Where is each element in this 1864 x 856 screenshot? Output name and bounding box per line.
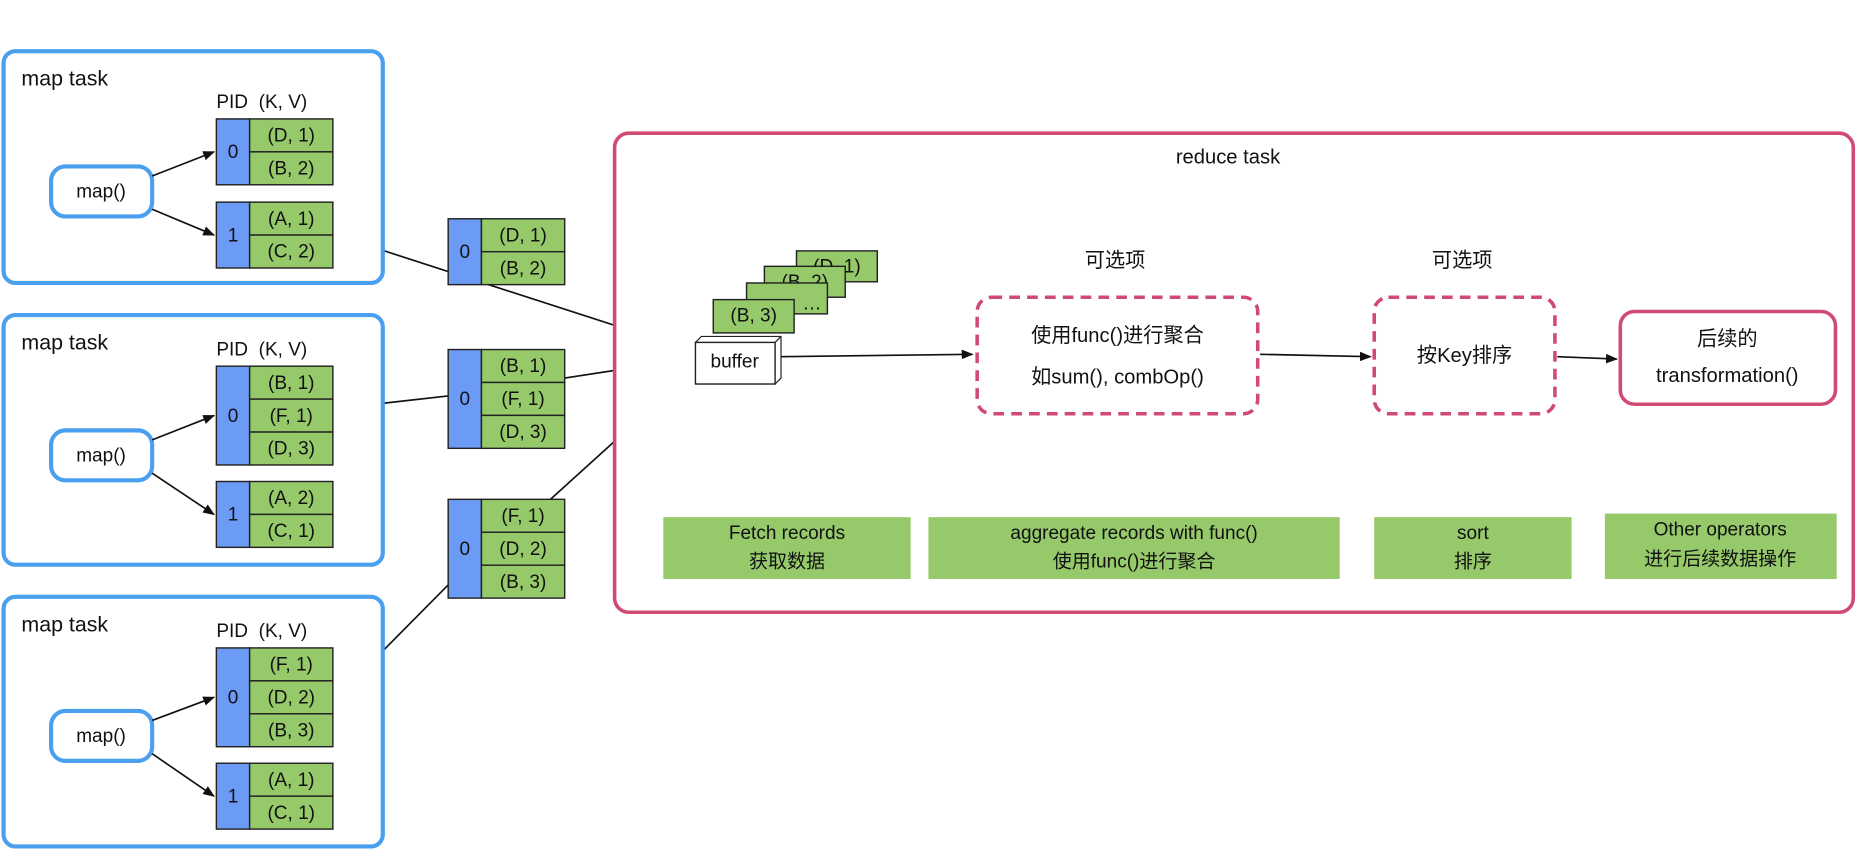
partition-id: 1 — [228, 786, 239, 807]
record: (F, 1) — [501, 389, 544, 410]
phase-labels: Fetch records 获取数据 aggregate records wit… — [663, 513, 1837, 579]
record: (D, 2) — [499, 539, 547, 560]
partition: 0 (F, 1) (D, 2) (B, 3) — [447, 498, 566, 599]
map-function-label: map() — [76, 182, 126, 203]
phase-aggregate-zh: 使用func()进行聚合 — [1053, 550, 1216, 572]
record: (D, 3) — [499, 422, 547, 443]
map-function-label: map() — [76, 446, 126, 467]
record: (D, 1) — [267, 126, 315, 147]
record: (C, 2) — [267, 242, 315, 263]
aggregate-line-1: 使用func()进行聚合 — [1031, 324, 1204, 347]
map-task: map task PID (K, V) map() 0 (D, 1) (B, 2) 1 (A,… — [1, 49, 385, 286]
map-task-title: map task — [21, 612, 108, 636]
optional-label: 可选项 — [1085, 249, 1146, 272]
partition-id: 0 — [460, 539, 471, 560]
map-task: map task PID (K, V) map() 0 (B, 1) (F, 1) (D, … — [1, 312, 385, 567]
record: (A, 1) — [268, 770, 315, 791]
phase-other-zh: 进行后续数据操作 — [1644, 548, 1796, 570]
record: (F, 1) — [501, 506, 544, 527]
shuffle-diagram: map task PID (K, V) map() 0 (D, 1) (B, 2) 1 (A,… — [1, 49, 1856, 849]
phase-other-en: Other operators — [1654, 519, 1787, 540]
aggregate-line-2: 如sum(), combOp() — [1031, 365, 1204, 388]
partition-header: PID (K, V) — [216, 621, 307, 642]
record: (B, 2) — [500, 258, 547, 279]
partition-id: 0 — [228, 688, 239, 709]
partition-header: PID (K, V) — [216, 92, 307, 113]
partition-id: 1 — [228, 225, 239, 246]
transformation-line-1: 后续的 — [1697, 327, 1758, 350]
map-task-title: map task — [21, 67, 108, 91]
map-task: map task PID (K, V) map() 0 (F, 1) (D, 2) (B, … — [1, 594, 385, 849]
record: (C, 1) — [267, 803, 315, 824]
record: (F, 1) — [270, 655, 313, 676]
record: (D, 1) — [499, 225, 547, 246]
partition: 0 (D, 1) (B, 2) — [447, 218, 566, 286]
phase-sort-zh: 排序 — [1454, 550, 1492, 572]
record: (D, 3) — [267, 439, 315, 460]
partition: 0 (F, 1) (D, 2) (B, 3) — [215, 647, 334, 748]
partition-id: 0 — [228, 142, 239, 163]
stack-record: (B, 3) — [730, 305, 777, 326]
record: (C, 1) — [267, 521, 315, 542]
partition: 0 (D, 1) (B, 2) — [215, 118, 334, 186]
phase-sort-en: sort — [1457, 523, 1489, 544]
record: (A, 1) — [268, 209, 315, 230]
buffer-label: buffer — [711, 352, 760, 373]
buffer-box: buffer — [694, 335, 782, 385]
record: (A, 2) — [268, 488, 315, 509]
transformation-line-2: transformation() — [1656, 365, 1798, 387]
partition-header: PID (K, V) — [216, 339, 307, 360]
partition: 0 (B, 1) (F, 1) (D, 3) — [215, 365, 334, 466]
partition: 1 (A, 1) (C, 1) — [215, 762, 334, 830]
record: (B, 2) — [268, 159, 315, 180]
reduce-task: reduce task (D, 1) (B, 2) … (B, 3) buffe… — [612, 131, 1856, 615]
map-function-label: map() — [76, 726, 126, 747]
stack-ellipsis: … — [802, 293, 821, 314]
partition-id: 0 — [460, 389, 471, 410]
record: (B, 1) — [268, 373, 315, 394]
partition-id: 1 — [228, 505, 239, 526]
reduce-task-title: reduce task — [1176, 146, 1281, 168]
partition: 1 (A, 2) (C, 1) — [215, 480, 334, 549]
partition-id: 0 — [228, 406, 239, 427]
map-task-title: map task — [21, 331, 108, 355]
record: (D, 2) — [267, 688, 315, 709]
record: (B, 3) — [268, 720, 315, 741]
phase-aggregate-en: aggregate records with func() — [1010, 523, 1257, 544]
record: (F, 1) — [270, 406, 313, 427]
sort-label: 按Key排序 — [1417, 344, 1512, 367]
record: (B, 1) — [500, 356, 547, 377]
record: (B, 3) — [500, 572, 547, 593]
aggregate-step — [975, 295, 1260, 416]
partition: 0 (B, 1) (F, 1) (D, 3) — [447, 348, 566, 450]
optional-label: 可选项 — [1432, 249, 1493, 272]
transformation-step — [1618, 309, 1838, 407]
phase-fetch-zh: 获取数据 — [749, 550, 825, 572]
partition: 1 (A, 1) (C, 2) — [215, 201, 334, 269]
partition-id: 0 — [460, 242, 471, 263]
phase-fetch-en: Fetch records — [729, 523, 845, 544]
